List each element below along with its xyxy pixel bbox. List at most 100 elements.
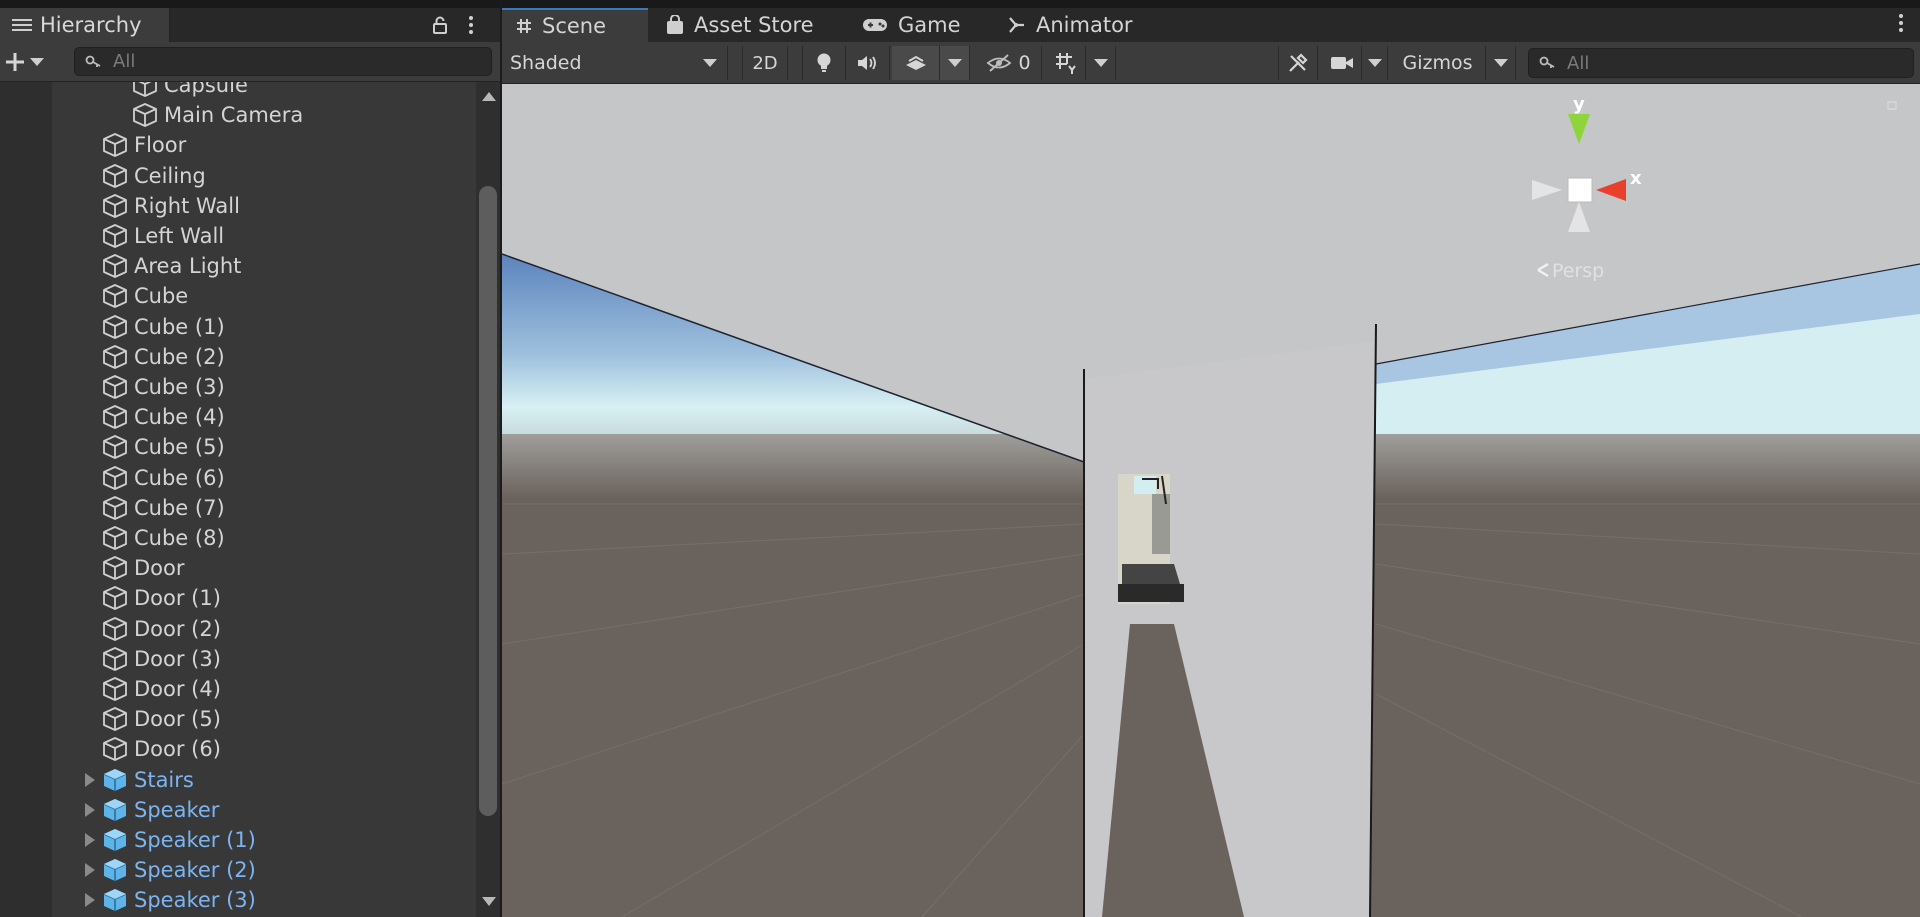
chevron-down-icon (1493, 59, 1508, 67)
hierarchy-item[interactable]: Cube (4) (102, 402, 225, 432)
hierarchy-item[interactable]: Door (4) (102, 674, 221, 704)
effects-toggle-button[interactable] (892, 46, 940, 80)
tab-scene[interactable]: Scene (502, 8, 648, 42)
hierarchy-menu-icon[interactable] (466, 16, 476, 34)
grid-snap-button[interactable] (1046, 46, 1086, 80)
hierarchy-prefab-item[interactable]: Speaker (3) (82, 885, 256, 915)
scene-search-input[interactable] (1565, 51, 1905, 75)
gameobject-cube-icon (102, 161, 130, 191)
chevron-down-icon (30, 58, 44, 66)
tab-animator[interactable]: Animator (994, 8, 1164, 42)
camera-settings-button[interactable] (1322, 46, 1362, 80)
hierarchy-item[interactable]: Door (6) (102, 734, 221, 764)
hierarchy-tree[interactable]: Capsule Main Camera Floor Ceiling Right Wall… (52, 82, 476, 917)
camera-settings-dropdown[interactable] (1362, 46, 1388, 80)
hierarchy-item[interactable]: Cube (6) (102, 463, 225, 493)
hierarchy-toolbar (0, 42, 500, 82)
hierarchy-prefab-item[interactable]: Speaker (1) (82, 825, 256, 855)
lock-icon[interactable] (432, 16, 448, 34)
hierarchy-item-label: Cube (7) (134, 495, 225, 520)
gameobject-cube-icon (102, 221, 130, 251)
lighting-toggle-button[interactable] (802, 46, 846, 80)
hierarchy-item[interactable]: Door (5) (102, 704, 221, 734)
draw-mode-dropdown[interactable]: Shaded (502, 46, 728, 80)
hierarchy-prefab-item[interactable]: Speaker (82, 795, 219, 825)
hierarchy-item[interactable]: Floor (102, 130, 186, 160)
gizmo-x-label: x (1630, 168, 1642, 189)
hierarchy-item[interactable]: Cube (3) (102, 372, 225, 402)
scroll-up-arrow-icon[interactable] (482, 92, 496, 101)
hierarchy-search-field[interactable] (74, 47, 492, 76)
scene-panel: Scene Asset Store Game Animator Shaded 2… (500, 0, 1920, 917)
hierarchy-item-label: Cube (5) (134, 435, 225, 460)
hierarchy-item[interactable]: Cube (1) (102, 312, 225, 342)
hierarchy-item[interactable]: Door (3) (102, 644, 221, 674)
hierarchy-item-label: Door (5) (134, 707, 221, 732)
expand-arrow-icon[interactable] (82, 765, 98, 795)
gameobject-cube-icon (102, 614, 130, 644)
hierarchy-item[interactable]: Left Wall (102, 221, 224, 251)
expand-arrow-icon[interactable] (82, 855, 98, 885)
gizmo-center-cube[interactable] (1567, 177, 1593, 203)
gameobject-cube-icon (102, 583, 130, 613)
hierarchy-item-label: Door (6) (134, 737, 221, 762)
scene-viewport[interactable]: y x Persp (502, 84, 1920, 917)
hierarchy-prefab-item[interactable]: Stairs (82, 765, 194, 795)
hierarchy-item-label: Door (134, 556, 185, 581)
gizmos-button[interactable]: Gizmos (1390, 46, 1486, 80)
hierarchy-item[interactable]: Main Camera (132, 100, 303, 130)
hierarchy-item[interactable]: Ceiling (102, 161, 206, 191)
effects-dropdown[interactable] (940, 46, 970, 80)
hierarchy-item-label: Door (3) (134, 646, 221, 671)
hierarchy-prefab-item[interactable]: Speaker (2) (82, 855, 256, 885)
tab-scene-label: Scene (542, 14, 607, 38)
hierarchy-panel: Hierarchy Capsule Main Camera Floor Ceiling… (0, 0, 500, 917)
grid-snap-dropdown[interactable] (1086, 46, 1116, 80)
tools-icon (1289, 53, 1308, 72)
hierarchy-item[interactable]: Right Wall (102, 191, 240, 221)
hierarchy-item-label: Ceiling (134, 163, 206, 188)
hierarchy-item[interactable]: Door (1) (102, 583, 221, 613)
hierarchy-item[interactable]: Area Light (102, 251, 241, 281)
audio-toggle-button[interactable] (846, 46, 890, 80)
hierarchy-item[interactable]: Cube (5) (102, 432, 225, 462)
gizmos-dropdown[interactable] (1486, 46, 1516, 80)
gameobject-cube-icon (102, 644, 130, 674)
tools-button[interactable] (1278, 46, 1318, 80)
hierarchy-search-input[interactable] (111, 50, 471, 73)
hierarchy-item-label: Cube (8) (134, 526, 225, 550)
scroll-down-arrow-icon[interactable] (482, 897, 496, 906)
expand-arrow-icon[interactable] (82, 795, 98, 825)
hierarchy-item-label: Speaker (134, 797, 220, 822)
gameobject-cube-icon (102, 130, 130, 160)
hierarchy-item[interactable]: Cube (102, 281, 188, 311)
gameobject-cube-icon (102, 553, 130, 583)
hierarchy-item[interactable]: Cube (2) (102, 342, 225, 372)
2d-toggle-button[interactable]: 2D (742, 46, 788, 80)
tab-hierarchy[interactable]: Hierarchy (0, 8, 170, 42)
hierarchy-item-label: Cube (2) (134, 344, 225, 369)
scene-search-field[interactable] (1528, 48, 1914, 78)
scene-visibility-button[interactable]: 0 (976, 46, 1042, 80)
hierarchy-item[interactable]: Capsule (132, 82, 248, 100)
expand-arrow-icon[interactable] (82, 885, 98, 915)
scrollbar-thumb[interactable] (479, 186, 497, 816)
gizmos-label: Gizmos (1402, 52, 1473, 74)
hierarchy-item[interactable]: Cube (7) (102, 493, 225, 523)
projection-label[interactable]: Persp (1552, 260, 1604, 282)
gameobject-cube-icon (102, 463, 130, 493)
hierarchy-item[interactable]: Door (102, 553, 185, 583)
hierarchy-scrollbar[interactable] (476, 82, 500, 917)
hierarchy-item[interactable]: Door (2) (102, 614, 221, 644)
hierarchy-item-label: Door (1) (134, 586, 221, 611)
2d-label: 2D (752, 52, 778, 74)
search-icon (85, 55, 101, 67)
hierarchy-item-label: Floor (134, 133, 187, 158)
plus-icon (6, 53, 24, 71)
create-button[interactable] (4, 48, 54, 76)
hierarchy-item[interactable]: Cube (8) (102, 523, 225, 553)
expand-arrow-icon[interactable] (82, 825, 98, 855)
tab-asset-store[interactable]: Asset Store (652, 8, 842, 42)
tab-game[interactable]: Game (848, 8, 988, 42)
scene-menu-icon[interactable] (1896, 14, 1906, 32)
